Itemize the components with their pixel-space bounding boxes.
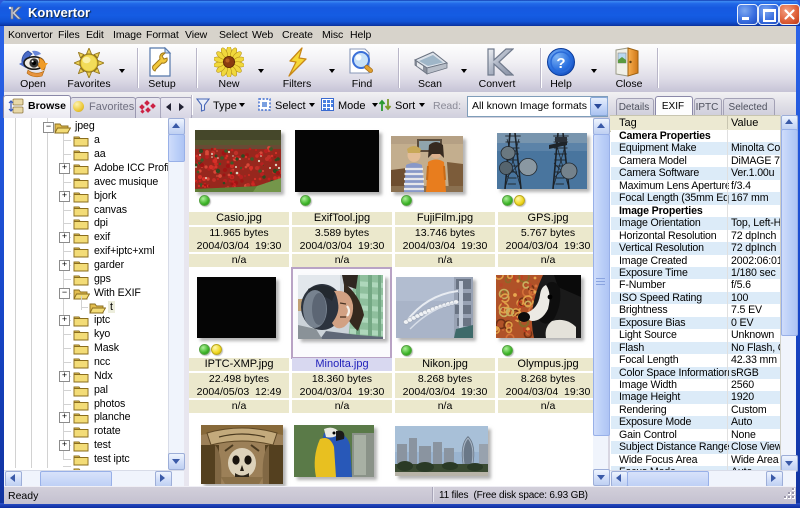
svg-text:?: ?: [556, 55, 565, 72]
